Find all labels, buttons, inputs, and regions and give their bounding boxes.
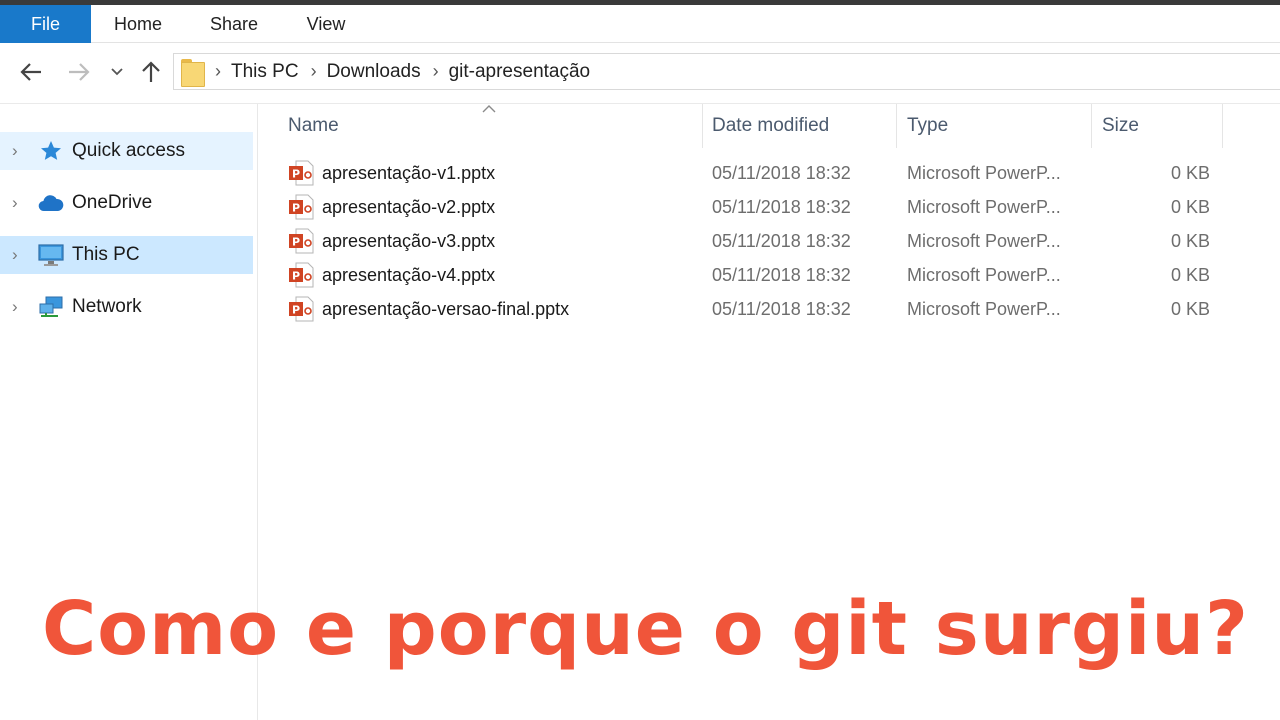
video-caption: Como e porque o git surgiu?	[42, 586, 1249, 672]
forward-button[interactable]	[62, 56, 96, 88]
powerpoint-file-icon: P	[288, 160, 314, 186]
column-header-date-modified[interactable]: Date modified	[712, 104, 829, 148]
sidebar-item-this-pc[interactable]: › This PC	[0, 236, 253, 274]
column-separator[interactable]	[1222, 104, 1223, 148]
chevron-down-icon	[111, 68, 123, 76]
sidebar-item-label: Quick access	[72, 140, 185, 161]
address-bar[interactable]: › This PC › Downloads › git-apresentação	[173, 53, 1280, 90]
file-date-modified: 05/11/2018 18:32	[712, 163, 851, 183]
ribbon: File Home Share View	[0, 5, 1280, 43]
computer-icon	[38, 242, 64, 268]
up-button[interactable]	[134, 56, 168, 88]
arrow-up-icon	[142, 61, 160, 82]
breadcrumb-chevron-icon: ›	[432, 61, 439, 81]
recent-locations-button[interactable]	[106, 56, 128, 88]
sidebar-item-quick-access[interactable]: › Quick access	[0, 132, 253, 170]
tab-share[interactable]: Share	[192, 5, 276, 43]
sidebar-item-onedrive[interactable]: › OneDrive	[0, 184, 253, 222]
file-name: apresentação-v2.pptx	[322, 197, 496, 217]
file-name: apresentação-v4.pptx	[322, 265, 496, 285]
file-size: 0 KB	[1170, 163, 1210, 183]
file-type: Microsoft PowerP...	[907, 197, 1061, 217]
file-size: 0 KB	[1170, 265, 1210, 285]
sidebar-item-network[interactable]: › Network	[0, 288, 253, 326]
file-name: apresentação-v1.pptx	[322, 163, 496, 183]
file-date-modified: 05/11/2018 18:32	[712, 299, 851, 319]
tab-home[interactable]: Home	[96, 5, 180, 43]
sidebar-item-label: OneDrive	[72, 192, 153, 213]
powerpoint-file-icon: P	[288, 228, 314, 254]
powerpoint-file-icon: P	[288, 262, 314, 288]
file-date-modified: 05/11/2018 18:32	[712, 197, 851, 217]
column-separator[interactable]	[896, 104, 897, 148]
star-icon	[38, 138, 64, 164]
file-size: 0 KB	[1170, 197, 1210, 217]
breadcrumb-chevron-icon: ›	[215, 61, 221, 81]
file-row[interactable]: P apresentação-v3.pptx 05/11/2018 18:32 …	[282, 224, 1222, 258]
file-row[interactable]: P apresentação-v2.pptx 05/11/2018 18:32 …	[282, 190, 1222, 224]
expand-chevron-icon[interactable]: ›	[12, 141, 26, 161]
file-row[interactable]: P apresentação-v4.pptx 05/11/2018 18:32 …	[282, 258, 1222, 292]
tab-file[interactable]: File	[0, 5, 91, 43]
file-name: apresentação-versao-final.pptx	[322, 299, 570, 319]
file-size: 0 KB	[1170, 231, 1210, 251]
file-type: Microsoft PowerP...	[907, 163, 1061, 183]
file-name: apresentação-v3.pptx	[322, 231, 496, 251]
file-type: Microsoft PowerP...	[907, 231, 1061, 251]
column-separator[interactable]	[702, 104, 703, 148]
network-icon	[38, 294, 64, 320]
breadcrumb-git-apresentacao[interactable]: git-apresentação	[449, 61, 591, 83]
arrow-left-icon	[20, 63, 41, 81]
expand-chevron-icon[interactable]: ›	[12, 193, 26, 213]
file-date-modified: 05/11/2018 18:32	[712, 231, 851, 251]
svg-text:P: P	[292, 236, 300, 249]
powerpoint-file-icon: P	[288, 194, 314, 220]
file-type: Microsoft PowerP...	[907, 265, 1061, 285]
column-header-size[interactable]: Size	[1102, 104, 1139, 148]
expand-chevron-icon[interactable]: ›	[12, 245, 26, 265]
file-date-modified: 05/11/2018 18:32	[712, 265, 851, 285]
svg-text:P: P	[292, 304, 300, 317]
expand-chevron-icon[interactable]: ›	[12, 297, 26, 317]
breadcrumb-this-pc[interactable]: This PC	[231, 61, 299, 83]
sidebar-item-label: This PC	[72, 244, 140, 265]
file-type: Microsoft PowerP...	[907, 299, 1061, 319]
tab-view[interactable]: View	[284, 5, 368, 43]
column-header-name[interactable]: Name	[288, 104, 339, 148]
file-row[interactable]: P apresentação-v1.pptx 05/11/2018 18:32 …	[282, 156, 1222, 190]
column-header-type[interactable]: Type	[907, 104, 948, 148]
navigation-bar: › This PC › Downloads › git-apresentação	[0, 44, 1280, 102]
cloud-icon	[38, 190, 64, 216]
sidebar-item-label: Network	[72, 296, 142, 317]
arrow-right-icon	[69, 63, 90, 81]
file-size: 0 KB	[1170, 299, 1210, 319]
breadcrumb-chevron-icon: ›	[310, 61, 317, 81]
back-button[interactable]	[14, 56, 48, 88]
breadcrumb-downloads[interactable]: Downloads	[327, 61, 421, 83]
folder-icon	[181, 58, 205, 87]
column-separator[interactable]	[1091, 104, 1092, 148]
svg-text:P: P	[292, 168, 300, 181]
svg-text:P: P	[292, 202, 300, 215]
powerpoint-file-icon: P	[288, 296, 314, 322]
svg-text:P: P	[292, 270, 300, 283]
file-row[interactable]: P apresentação-versao-final.pptx 05/11/2…	[282, 292, 1222, 326]
sort-ascending-icon	[482, 100, 496, 116]
